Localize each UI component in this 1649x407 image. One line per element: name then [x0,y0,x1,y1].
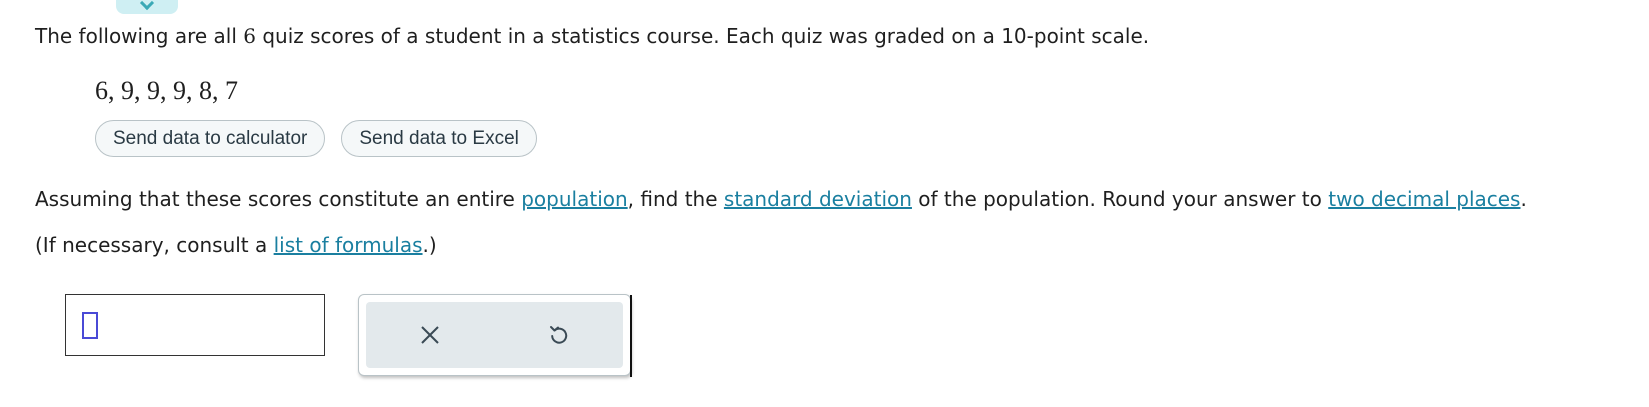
quiz-count: 6 [243,24,256,48]
population-link[interactable]: population [521,187,627,211]
data-buttons: Send data to calculator Send data to Exc… [95,120,537,157]
list-of-formulas-link[interactable]: list of formulas [274,233,423,257]
text-cursor [82,312,98,339]
standard-deviation-link[interactable]: standard deviation [724,187,912,211]
clear-button[interactable] [410,315,450,355]
question-text: The following are all 6 quiz scores of a… [35,24,1150,48]
send-to-excel-button[interactable]: Send data to Excel [341,120,537,157]
undo-button[interactable] [539,315,579,355]
answer-input[interactable] [65,294,325,356]
close-icon [421,326,439,344]
prompt-text: Assuming that these scores constitute an… [35,187,1527,211]
data-values: 6, 9, 9, 9, 8, 7 [95,76,238,105]
answer-tools-panel [366,302,623,368]
panel-edge [630,295,632,377]
collapse-tab[interactable] [116,0,178,14]
formulas-hint: (If necessary, consult a list of formula… [35,233,437,257]
two-decimal-places-link[interactable]: two decimal places [1328,187,1520,211]
undo-icon [549,326,567,344]
answer-tools [358,294,632,377]
send-to-calculator-button[interactable]: Send data to calculator [95,120,326,157]
chevron-down-icon [139,0,155,11]
